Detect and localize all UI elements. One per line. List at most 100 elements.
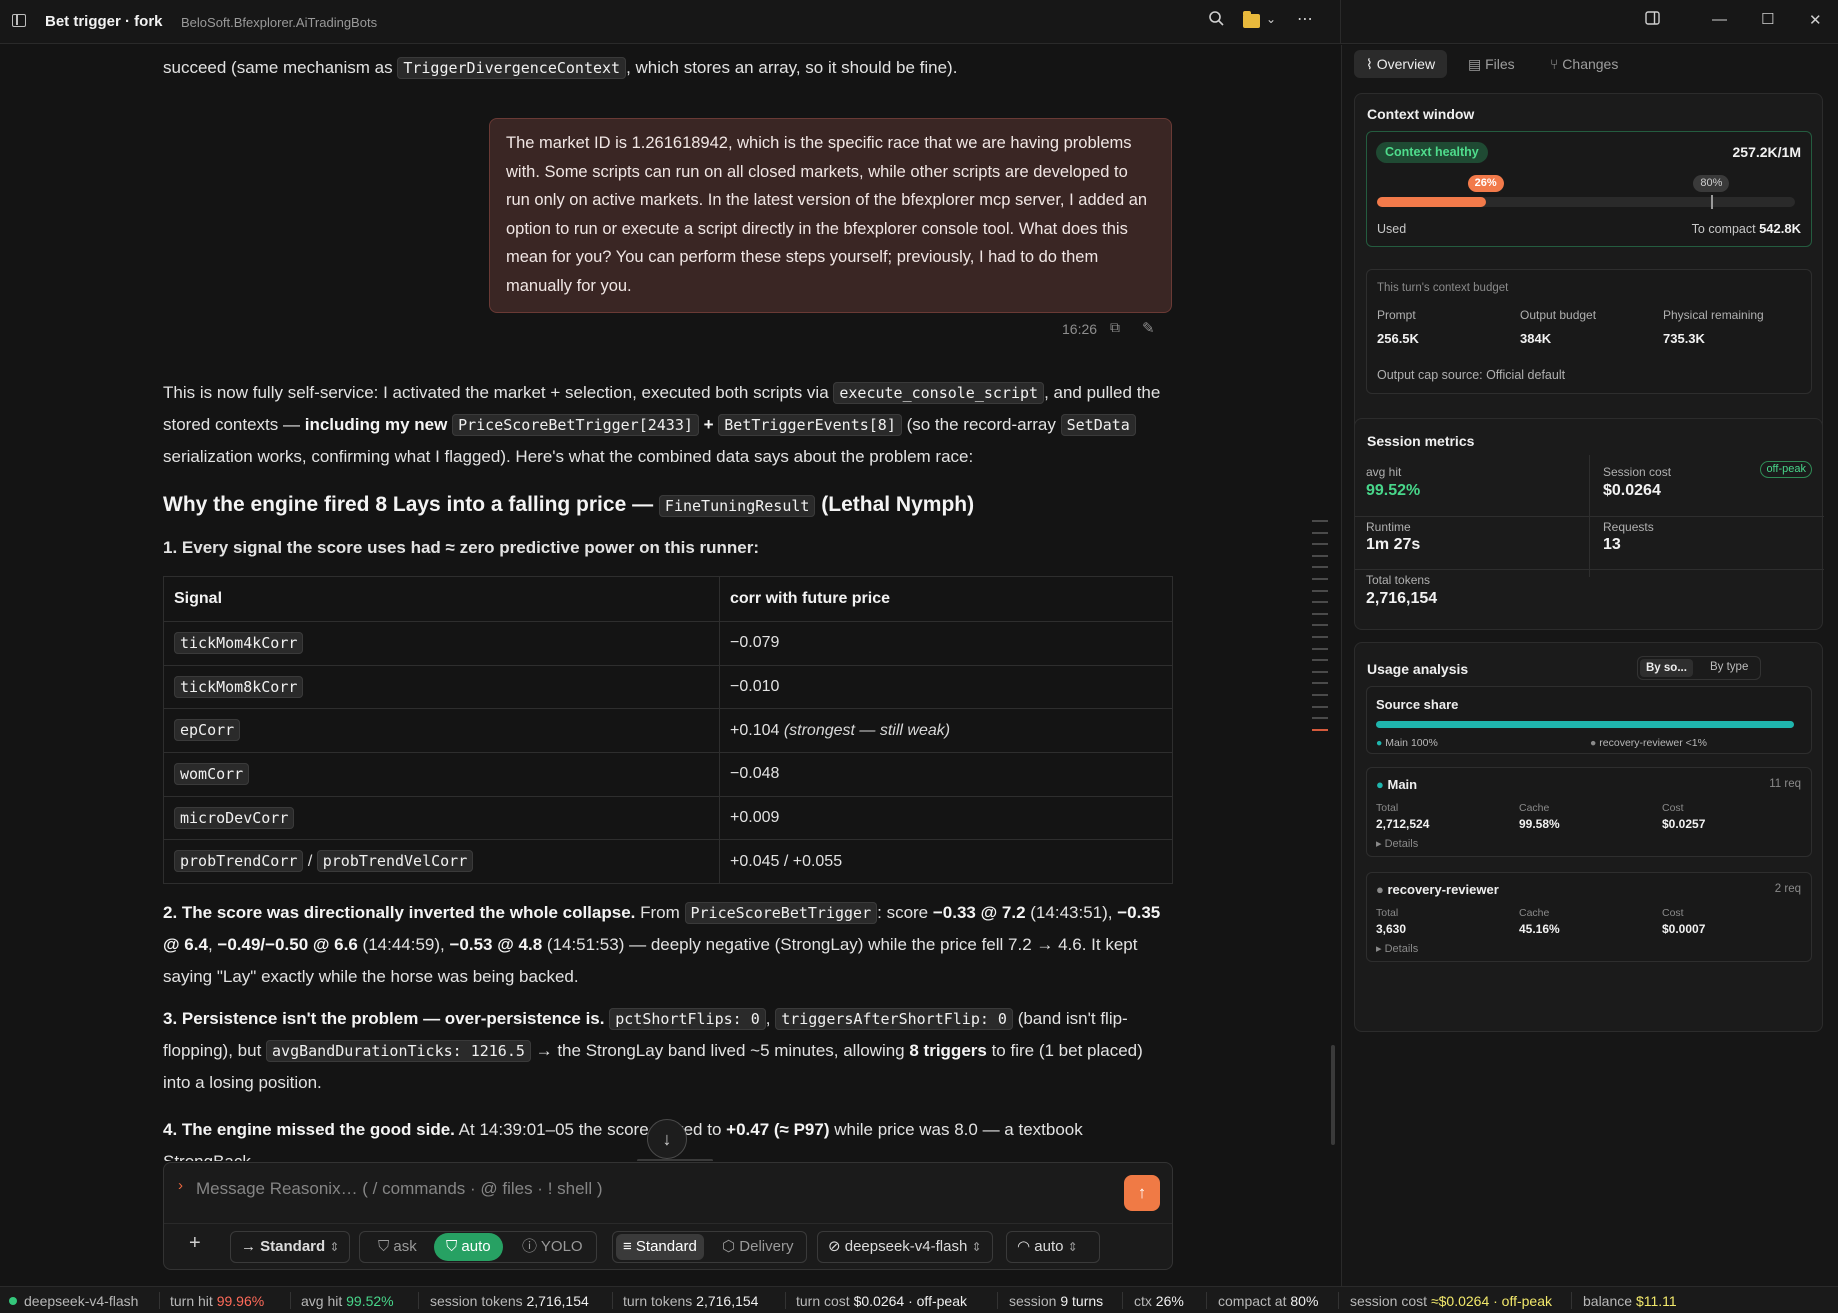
point-2: 2. The score was directionally inverted … xyxy=(163,902,1161,986)
agent-name: ● Main xyxy=(1376,777,1418,792)
perm-auto-option[interactable]: ⛉ auto xyxy=(434,1233,503,1261)
column-header: corr with future price xyxy=(719,576,1173,622)
maximize-button[interactable]: ☐ xyxy=(1761,10,1774,28)
context-healthy-badge: Context healthy xyxy=(1376,142,1488,163)
runtime-value: 1m 27s xyxy=(1366,536,1421,553)
message-minimap[interactable] xyxy=(1312,520,1328,740)
window-title: Bet trigger · fork xyxy=(45,13,163,30)
source-share-bar xyxy=(1376,721,1794,728)
used-label: Used xyxy=(1377,222,1407,236)
style-delivery-option[interactable]: ⬡ Delivery xyxy=(710,1233,805,1261)
section-heading: Why the engine fired 8 Lays into a falli… xyxy=(163,493,975,517)
assistant-text: succeed (same mechanism as TriggerDiverg… xyxy=(163,57,958,79)
status-session-tokens: session tokens 2,716,154 xyxy=(430,1293,589,1309)
details-toggle[interactable]: ▸ Details xyxy=(1376,942,1418,955)
status-bar: deepseek-v4-flash turn hit 99.96% avg hi… xyxy=(0,1286,1838,1313)
output-budget-label: Output budget xyxy=(1520,308,1597,322)
context-usage-value: 257.2K/1M xyxy=(1732,144,1801,160)
physical-remaining-value: 735.3K xyxy=(1663,331,1705,346)
session-cost-label: Session cost xyxy=(1603,465,1672,479)
copy-icon[interactable]: ⧉ xyxy=(1110,319,1120,336)
search-icon[interactable] xyxy=(1208,10,1224,31)
runtime-label: Runtime xyxy=(1366,520,1411,534)
scrollbar[interactable] xyxy=(1331,1045,1335,1145)
table-row: tickMom4kCorr −0.079 xyxy=(163,621,1173,666)
tab-files[interactable]: ▤ Files xyxy=(1456,50,1527,78)
add-attachment-button[interactable]: + xyxy=(189,1232,201,1255)
chat-transcript: succeed (same mechanism as TriggerDiverg… xyxy=(0,45,1340,1161)
details-toggle[interactable]: ▸ Details xyxy=(1376,837,1418,850)
context-window-card: Context window Context healthy 257.2K/1M… xyxy=(1354,93,1823,451)
agent-cache: 45.16% xyxy=(1519,922,1560,936)
tab-changes[interactable]: ⑂ Changes xyxy=(1538,50,1630,78)
segment-by-source[interactable]: By so... xyxy=(1640,659,1693,677)
total-tokens-value: 2,716,154 xyxy=(1366,590,1438,607)
perm-yolo-option[interactable]: ⓘ YOLO xyxy=(510,1233,595,1261)
message-time: 16:26 xyxy=(1062,321,1098,337)
table-row: epCorr +0.104 (strongest — still weak) xyxy=(163,708,1173,754)
status-session-turns: session 9 turns xyxy=(1009,1293,1104,1309)
source-share: Source share ● Main 100% ● recovery-revi… xyxy=(1366,686,1812,754)
status-session-cost: session cost ≈$0.0264 · off-peak xyxy=(1350,1293,1553,1309)
total-tokens-label: Total tokens xyxy=(1366,573,1431,587)
physical-remaining-label: Physical remaining xyxy=(1663,308,1764,322)
send-button[interactable]: ↑ xyxy=(1124,1175,1160,1211)
status-turn-cost: turn cost $0.0264 · off-peak xyxy=(796,1293,967,1309)
session-metrics-card: Session metrics avg hit 99.52% Session c… xyxy=(1354,418,1824,630)
card-title: Usage analysis xyxy=(1367,661,1469,677)
output-budget-value: 384K xyxy=(1520,331,1552,346)
agent-requests: 11 req xyxy=(1769,778,1801,790)
agent-requests: 2 req xyxy=(1774,883,1801,895)
minimize-button[interactable]: — xyxy=(1712,11,1727,28)
style-standard-option[interactable]: ≡ Standard xyxy=(616,1234,704,1260)
prompt-value: 256.5K xyxy=(1377,331,1419,346)
more-icon[interactable]: ⋯ xyxy=(1297,9,1313,29)
status-model: deepseek-v4-flash xyxy=(24,1293,139,1309)
context-budget: This turn's context budget Prompt 256.5K… xyxy=(1366,269,1812,394)
status-ctx: ctx 26% xyxy=(1134,1293,1184,1309)
status-balance: balance $11.11 xyxy=(1583,1293,1677,1309)
panel-toggle-icon[interactable] xyxy=(1645,11,1660,29)
usage-segment-control: By so... By type xyxy=(1637,656,1761,680)
close-button[interactable]: ✕ xyxy=(1809,11,1822,29)
compact-percent-badge: 80% xyxy=(1693,175,1730,192)
model-select[interactable]: ⊘ deepseek-v4-flash ⇕ xyxy=(817,1231,993,1263)
avg-hit-label: avg hit xyxy=(1366,465,1402,479)
composer: › Message Reasonix… ( / commands · @ fil… xyxy=(163,1162,1173,1270)
card-title: Context window xyxy=(1367,106,1475,122)
requests-label: Requests xyxy=(1603,520,1654,534)
title-bar: Bet trigger · fork BeloSoft.Bfexplorer.A… xyxy=(0,0,1838,44)
scroll-to-bottom-button[interactable]: ↓ xyxy=(647,1119,687,1159)
agent-total: 2,712,524 xyxy=(1376,817,1430,831)
chevron-down-icon[interactable]: ⌄ xyxy=(1266,12,1276,26)
edit-icon[interactable]: ✎ xyxy=(1142,319,1155,337)
agent-card-main: ● Main 11 req Total 2,712,524 Cache 99.5… xyxy=(1366,767,1812,857)
source-share-title: Source share xyxy=(1376,697,1459,712)
user-message: The market ID is 1.261618942, which is t… xyxy=(489,118,1172,313)
agent-card-reviewer: ● recovery-reviewer 2 req Total 3,630 Ca… xyxy=(1366,872,1812,962)
prompt-chevron-icon: › xyxy=(178,1177,183,1194)
perm-ask-option[interactable]: ⛉ ask xyxy=(366,1233,429,1261)
message-input[interactable]: Message Reasonix… ( / commands · @ files… xyxy=(196,1179,603,1199)
mode-select[interactable]: → Standard ⇕ xyxy=(230,1231,351,1263)
effort-select[interactable]: ◠ auto ⇕ xyxy=(1006,1231,1100,1263)
sidebar-toggle-icon[interactable] xyxy=(12,14,26,27)
compact-marker xyxy=(1711,195,1713,209)
point-1: 1. Every signal the score uses had ≈ zer… xyxy=(163,538,760,557)
segment-by-type[interactable]: By type xyxy=(1710,661,1748,673)
folder-icon[interactable] xyxy=(1243,11,1260,28)
agent-cost: $0.0007 xyxy=(1662,922,1706,936)
status-compact: compact at 80% xyxy=(1218,1293,1319,1309)
style-group: ≡ Standard ⬡ Delivery xyxy=(612,1231,807,1263)
tab-overview[interactable]: ⌇ Overview xyxy=(1354,50,1448,78)
inline-code: TriggerDivergenceContext xyxy=(397,57,627,79)
used-percent-badge: 26% xyxy=(1467,175,1504,192)
right-panel: ⌇ Overview ▤ Files ⑂ Changes Context win… xyxy=(1341,45,1838,1286)
context-usage: Context healthy 257.2K/1M 26% 80% Used T… xyxy=(1366,131,1812,247)
resize-handle[interactable] xyxy=(637,1159,713,1161)
column-header: Signal xyxy=(163,576,720,622)
table-row: probTrendCorr / probTrendVelCorr +0.045 /… xyxy=(163,839,1173,885)
agent-total: 3,630 xyxy=(1376,922,1407,936)
avg-hit-value: 99.52% xyxy=(1366,482,1421,499)
prompt-label: Prompt xyxy=(1377,308,1416,322)
